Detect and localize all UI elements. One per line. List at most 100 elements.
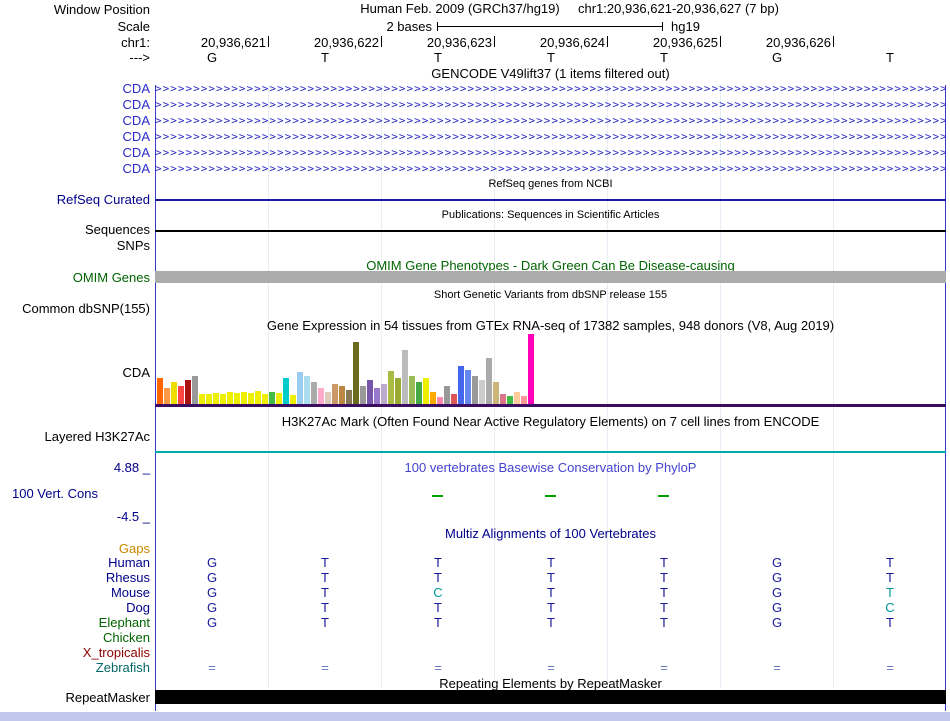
gtex-expression-bar[interactable] [199, 394, 205, 404]
gtex-expression-bar[interactable] [465, 370, 471, 404]
gtex-expression-bar[interactable] [304, 376, 310, 404]
phylop-track-label[interactable]: 100 Vert. Cons [12, 486, 98, 501]
gtex-expression-bar[interactable] [206, 394, 212, 404]
repeatmasker-label[interactable]: RepeatMasker [0, 690, 150, 705]
gtex-expression-bar[interactable] [171, 382, 177, 404]
gtex-expression-bar[interactable] [255, 391, 261, 404]
alignment-base: G [206, 570, 218, 585]
gtex-expression-bar[interactable] [325, 392, 331, 404]
gtex-expression-bar[interactable] [430, 392, 436, 404]
gtex-expression-bar[interactable] [269, 392, 275, 404]
species-label-human[interactable]: Human [0, 555, 150, 570]
gtex-expression-bar[interactable] [185, 380, 191, 404]
h3k27ac-signal-line[interactable] [155, 451, 946, 453]
gencode-item-label[interactable]: CDA [0, 129, 150, 144]
gtex-expression-bar[interactable] [283, 378, 289, 404]
gtex-gene-label[interactable]: CDA [0, 365, 150, 380]
gtex-expression-bar[interactable] [409, 376, 415, 404]
gtex-expression-bar[interactable] [451, 394, 457, 404]
alignment-base: C [885, 600, 895, 615]
gtex-expression-bar[interactable] [227, 392, 233, 404]
gtex-expression-bar[interactable] [346, 390, 352, 404]
multiz-track-title: Multiz Alignments of 100 Vertebrates [444, 526, 656, 541]
common-dbsnp-label[interactable]: Common dbSNP(155) [0, 301, 150, 316]
h3k27ac-label[interactable]: Layered H3K27Ac [0, 429, 150, 444]
phylop-signal-dash[interactable] [545, 495, 556, 497]
gtex-expression-bar[interactable] [262, 394, 268, 404]
gtex-expression-bar[interactable] [416, 382, 422, 404]
gtex-expression-bar[interactable] [374, 388, 380, 404]
gtex-expression-bar[interactable] [458, 366, 464, 404]
gencode-transcript-arrows[interactable]: >>>>>>>>>>>>>>>>>>>>>>>>>>>>>>>>>>>>>>>>… [155, 130, 946, 143]
phylop-signal-dash[interactable] [658, 495, 669, 497]
species-label-elephant[interactable]: Elephant [0, 615, 150, 630]
gtex-expression-bar[interactable] [514, 392, 520, 404]
gtex-expression-bar[interactable] [381, 384, 387, 404]
gtex-expression-bar[interactable] [500, 394, 506, 404]
gencode-transcript-arrows[interactable]: >>>>>>>>>>>>>>>>>>>>>>>>>>>>>>>>>>>>>>>>… [155, 82, 946, 95]
gencode-item-label[interactable]: CDA [0, 97, 150, 112]
gtex-expression-bar[interactable] [192, 376, 198, 404]
gtex-expression-bar[interactable] [521, 396, 527, 404]
gtex-expression-bar[interactable] [241, 392, 247, 404]
repeatmasker-track-bar[interactable] [155, 690, 946, 704]
gtex-expression-bar[interactable] [157, 378, 163, 404]
gtex-expression-bar[interactable] [290, 395, 296, 404]
alignment-base: = [434, 660, 442, 675]
gencode-item-label[interactable]: CDA [0, 161, 150, 176]
sequences-track-line[interactable] [155, 230, 946, 232]
omim-track-bar[interactable] [155, 271, 946, 283]
species-label-x-tropicalis[interactable]: X_tropicalis [0, 645, 150, 660]
gtex-expression-bar[interactable] [479, 380, 485, 404]
gaps-label[interactable]: Gaps [0, 541, 150, 556]
species-label-zebrafish[interactable]: Zebrafish [0, 660, 150, 675]
gtex-expression-bar[interactable] [234, 393, 240, 404]
gtex-expression-bar[interactable] [395, 378, 401, 404]
gtex-expression-bar[interactable] [164, 388, 170, 404]
gtex-expression-bar[interactable] [318, 388, 324, 404]
gtex-expression-bar[interactable] [353, 342, 359, 404]
gencode-transcript-arrows[interactable]: >>>>>>>>>>>>>>>>>>>>>>>>>>>>>>>>>>>>>>>>… [155, 114, 946, 127]
gtex-expression-bar[interactable] [444, 386, 450, 404]
gencode-transcript-arrows[interactable]: >>>>>>>>>>>>>>>>>>>>>>>>>>>>>>>>>>>>>>>>… [155, 146, 946, 159]
phylop-signal-dash[interactable] [432, 495, 443, 497]
gtex-expression-bar[interactable] [493, 382, 499, 404]
species-label-rhesus[interactable]: Rhesus [0, 570, 150, 585]
refseq-track-line[interactable] [155, 199, 946, 201]
ruler-tick [381, 36, 382, 47]
gtex-expression-bar[interactable] [507, 396, 513, 404]
refseq-curated-label[interactable]: RefSeq Curated [0, 192, 150, 207]
gtex-expression-bar[interactable] [388, 371, 394, 404]
gtex-expression-bar[interactable] [472, 376, 478, 404]
gencode-item-label[interactable]: CDA [0, 81, 150, 96]
gtex-expression-bar[interactable] [178, 386, 184, 404]
gtex-expression-bar[interactable] [423, 378, 429, 404]
gtex-expression-bar[interactable] [367, 380, 373, 404]
gtex-expression-bar[interactable] [297, 372, 303, 404]
species-label-chicken[interactable]: Chicken [0, 630, 150, 645]
gencode-item-label[interactable]: CDA [0, 145, 150, 160]
gtex-expression-bar[interactable] [402, 350, 408, 404]
gtex-expression-bar[interactable] [311, 382, 317, 404]
gtex-expression-bar[interactable] [213, 393, 219, 404]
gtex-expression-bar[interactable] [486, 358, 492, 404]
alignment-base: T [321, 600, 329, 615]
gtex-expression-bar[interactable] [276, 393, 282, 404]
alignment-base: T [886, 615, 894, 630]
omim-genes-label[interactable]: OMIM Genes [0, 270, 150, 285]
gencode-transcript-arrows[interactable]: >>>>>>>>>>>>>>>>>>>>>>>>>>>>>>>>>>>>>>>>… [155, 162, 946, 175]
gtex-expression-bar[interactable] [332, 384, 338, 404]
gtex-expression-bar[interactable] [248, 393, 254, 404]
gtex-expression-bar[interactable] [339, 386, 345, 404]
gencode-transcript-arrows[interactable]: >>>>>>>>>>>>>>>>>>>>>>>>>>>>>>>>>>>>>>>>… [155, 98, 946, 111]
sequences-label[interactable]: Sequences [0, 222, 150, 237]
gtex-baseline[interactable] [155, 404, 946, 407]
gtex-expression-bar[interactable] [360, 386, 366, 404]
species-label-mouse[interactable]: Mouse [0, 585, 150, 600]
gtex-expression-bar[interactable] [220, 394, 226, 404]
snps-label[interactable]: SNPs [0, 238, 150, 253]
species-label-dog[interactable]: Dog [0, 600, 150, 615]
gtex-expression-bar[interactable] [528, 334, 534, 404]
gtex-expression-bar[interactable] [437, 397, 443, 404]
gencode-item-label[interactable]: CDA [0, 113, 150, 128]
